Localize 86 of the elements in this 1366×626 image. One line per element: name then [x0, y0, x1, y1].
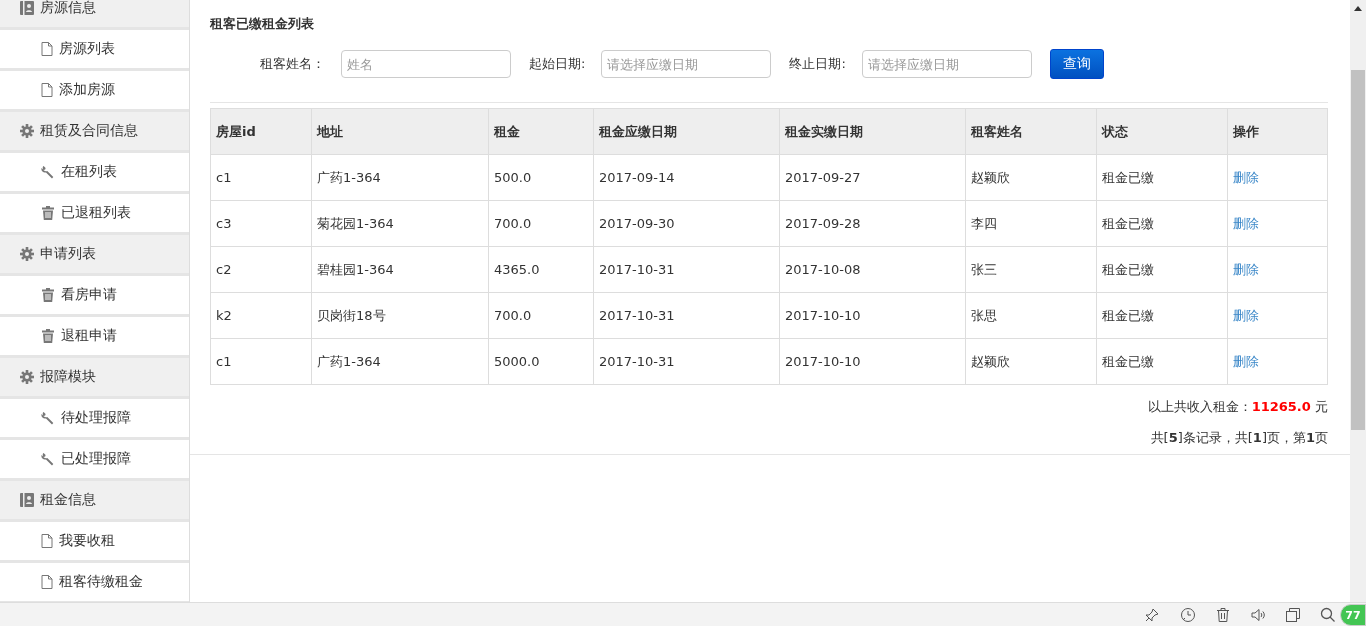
table-cell: 700.0 — [488, 200, 594, 247]
table-cell: k2 — [210, 292, 312, 339]
table-cell: 租金已缴 — [1096, 154, 1228, 201]
column-header: 租金应缴日期 — [593, 108, 780, 155]
search-icon[interactable] — [1320, 607, 1336, 623]
trash-icon[interactable] — [1216, 607, 1230, 623]
table-cell: 碧桂园1-364 — [311, 246, 489, 293]
file-icon — [41, 575, 53, 589]
filter-label: 起始日期: — [529, 55, 586, 73]
table-cell: 2017-10-10 — [779, 292, 966, 339]
table-cell: 租金已缴 — [1096, 292, 1228, 339]
search-button[interactable]: 查询 — [1049, 49, 1104, 79]
trash-icon — [41, 329, 55, 343]
table-cell: c3 — [210, 200, 312, 247]
file-icon — [41, 83, 53, 97]
card-icon — [20, 1, 34, 15]
wrench-icon — [41, 411, 55, 425]
column-header: 地址 — [311, 108, 489, 155]
wrench-icon — [41, 452, 55, 466]
table-cell: 广药1-364 — [311, 338, 489, 385]
delete-link[interactable]: 删除 — [1233, 169, 1259, 185]
table-cell: 张三 — [965, 246, 1097, 293]
delete-link[interactable]: 删除 — [1233, 261, 1259, 277]
page-title: 租客已缴租金列表 — [210, 15, 314, 33]
trash-icon — [41, 288, 55, 302]
table-cell: 2017-10-31 — [593, 338, 780, 385]
table-cell: c1 — [210, 154, 312, 201]
table-cell: c1 — [210, 338, 312, 385]
sidebar-section[interactable]: 申请列表 — [0, 235, 189, 276]
table-cell: 租金已缴 — [1096, 246, 1228, 293]
gear-icon — [20, 124, 34, 138]
file-icon — [41, 42, 53, 56]
sidebar-section[interactable]: 报障模块 — [0, 358, 189, 399]
wrench-icon — [41, 165, 55, 179]
delete-link[interactable]: 删除 — [1233, 307, 1259, 323]
delete-link[interactable]: 删除 — [1233, 215, 1259, 231]
pin-icon[interactable] — [1144, 607, 1160, 623]
scroll-up-icon[interactable] — [1354, 5, 1362, 11]
column-header: 租金实缴日期 — [779, 108, 966, 155]
table-cell: c2 — [210, 246, 312, 293]
table-cell: 2017-10-31 — [593, 292, 780, 339]
table-cell: 租金已缴 — [1096, 338, 1228, 385]
window-icon[interactable] — [1286, 608, 1300, 622]
delete-link[interactable]: 删除 — [1233, 353, 1259, 369]
sidebar-section[interactable]: 租金信息 — [0, 481, 189, 522]
table-cell: 李四 — [965, 200, 1097, 247]
clock-icon[interactable] — [1180, 607, 1196, 623]
column-header: 租客姓名 — [965, 108, 1097, 155]
input-field[interactable]: 请选择应缴日期 — [601, 50, 772, 78]
table-cell: 张思 — [965, 292, 1097, 339]
table-cell: 贝岗街18号 — [311, 292, 489, 339]
table-cell: 广药1-364 — [311, 154, 489, 201]
filter-label: 租客姓名： — [260, 55, 325, 73]
card-icon — [20, 493, 34, 507]
column-header: 房屋id — [210, 108, 312, 155]
table-cell: 5000.0 — [488, 338, 594, 385]
table-cell: 4365.0 — [488, 246, 594, 293]
filter-label: 终止日期: — [789, 55, 846, 73]
table-cell: 赵颖欣 — [965, 154, 1097, 201]
column-header: 租金 — [488, 108, 594, 155]
gear-icon — [20, 247, 34, 261]
trash-icon — [41, 206, 55, 220]
table-cell: 2017-10-31 — [593, 246, 780, 293]
gear-icon — [20, 370, 34, 384]
column-header: 操作 — [1227, 108, 1328, 155]
scrollbar-thumb[interactable] — [1351, 70, 1365, 430]
input-field[interactable]: 姓名 — [341, 50, 511, 78]
sidebar-section[interactable]: 租赁及合同信息 — [0, 112, 189, 153]
table-cell: 租金已缴 — [1096, 200, 1228, 247]
table-cell: 700.0 — [488, 292, 594, 339]
table-cell: 赵颖欣 — [965, 338, 1097, 385]
table-cell: 菊花园1-364 — [311, 200, 489, 247]
column-header: 状态 — [1096, 108, 1228, 155]
input-field[interactable]: 请选择应缴日期 — [861, 50, 1032, 78]
total-income-text: 以上共收入租金：11265.0 元 — [1147, 399, 1328, 414]
table-cell: 2017-09-30 — [593, 200, 780, 247]
speaker-icon[interactable] — [1250, 607, 1266, 623]
table-cell: 500.0 — [488, 154, 594, 201]
table-cell: 2017-09-28 — [779, 200, 966, 247]
table-cell: 2017-09-14 — [593, 154, 780, 201]
table-cell: 2017-09-27 — [779, 154, 966, 201]
sidebar-section[interactable]: 房源信息 — [0, 0, 189, 30]
file-icon — [41, 534, 53, 548]
table-cell: 2017-10-10 — [779, 338, 966, 385]
table-cell: 2017-10-08 — [779, 246, 966, 293]
pagination-text: 共[5]条记录，共[1]页，第1页 — [1150, 430, 1328, 445]
